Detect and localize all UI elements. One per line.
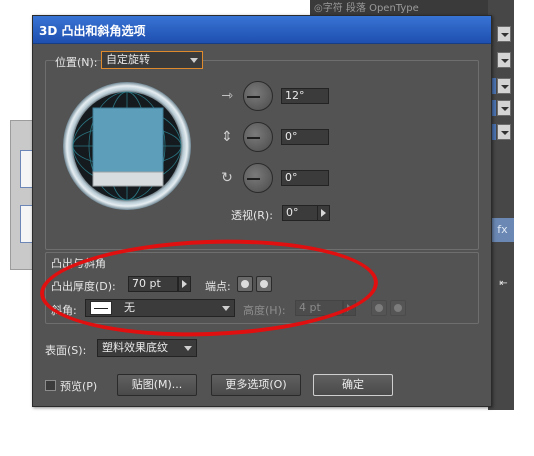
panel-dropdown-4[interactable]: [497, 100, 511, 116]
position-preset-value: 自定旋转: [106, 53, 150, 66]
chevron-down-icon: [184, 346, 192, 351]
position-label: 位置(N):: [55, 56, 98, 69]
y-rotation-input[interactable]: 0°: [281, 129, 329, 145]
perspective-input[interactable]: 0°: [282, 205, 318, 221]
z-axis-rotate-icon: ↻: [221, 170, 233, 186]
panel-dropdown-2[interactable]: [497, 52, 511, 68]
perspective-slider-arrow[interactable]: [317, 205, 330, 221]
z-rotation-dial[interactable]: [243, 163, 273, 193]
surface-value: 塑料效果底纹: [102, 341, 168, 354]
panel-dropdown-1[interactable]: [497, 26, 511, 42]
preview-label: 预览(P): [60, 380, 98, 393]
position-preset-dropdown[interactable]: 自定旋转: [101, 51, 203, 69]
surface-dropdown[interactable]: 塑料效果底纹: [97, 339, 197, 357]
extrude-bevel-dialog: 3D 凸出和斜角选项 位置(N): 自定旋转 ⇾ 12° ⇕ 0° ↻ 0° 透…: [32, 15, 492, 407]
z-rotation-input[interactable]: 0°: [281, 170, 329, 186]
cube-bottom-face: [92, 171, 164, 187]
map-art-button[interactable]: 贴图(M)...: [117, 374, 197, 396]
ok-button[interactable]: 确定: [313, 374, 393, 396]
fx-tab[interactable]: fx: [491, 218, 514, 242]
cube-front-face: [92, 107, 164, 173]
dialog-title: 3D 凸出和斜角选项: [39, 24, 146, 38]
bevel-in-button[interactable]: [390, 300, 406, 316]
bevel-out-button[interactable]: [371, 300, 387, 316]
dialog-titlebar[interactable]: 3D 凸出和斜角选项: [33, 16, 491, 44]
rotation-cube-preview[interactable]: [61, 80, 193, 212]
chevron-down-icon: [190, 58, 198, 63]
perspective-label: 透视(R):: [231, 209, 273, 222]
panel-dropdown-5[interactable]: [497, 124, 511, 140]
x-rotation-input[interactable]: 12°: [281, 88, 329, 104]
panel-glyph: ⇤: [499, 278, 508, 289]
surface-label: 表面(S):: [45, 344, 87, 357]
x-axis-rotate-icon: ⇾: [221, 88, 233, 104]
y-rotation-dial[interactable]: [243, 122, 273, 152]
more-options-button[interactable]: 更多选项(O): [211, 374, 301, 396]
x-rotation-dial[interactable]: [243, 81, 273, 111]
y-axis-rotate-icon: ⇕: [221, 129, 233, 145]
panel-dropdown-3[interactable]: [497, 78, 511, 94]
preview-checkbox[interactable]: [45, 380, 56, 391]
